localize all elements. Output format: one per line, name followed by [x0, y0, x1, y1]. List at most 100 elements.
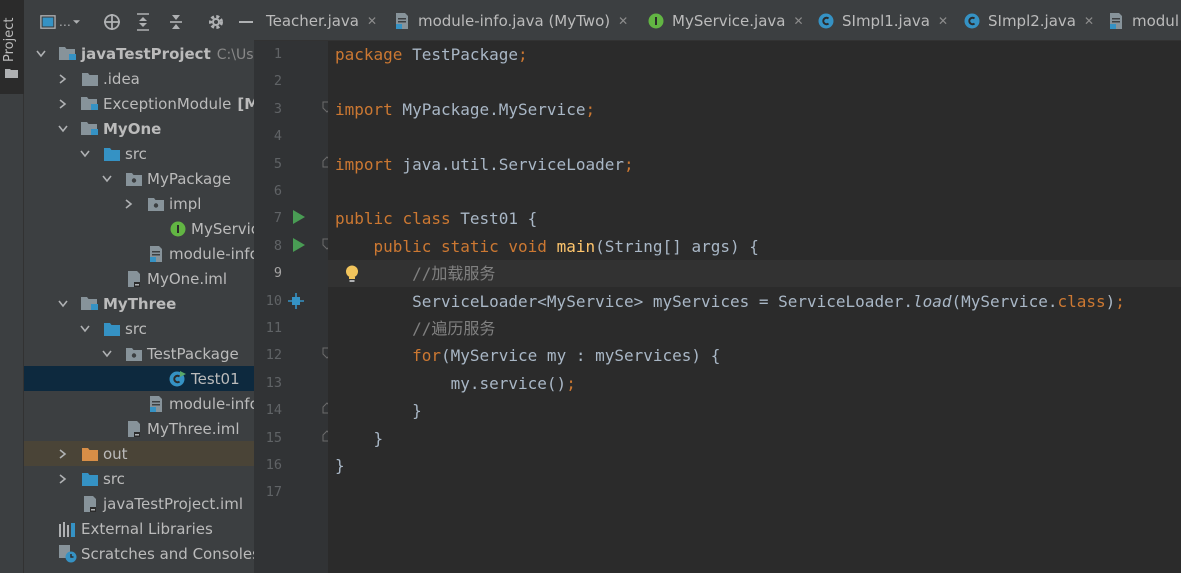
chevron-down-icon[interactable]: [80, 324, 90, 334]
interface-icon: [169, 220, 187, 238]
line-number: 12: [265, 347, 282, 364]
editor-tab-myservice-java[interactable]: MyService.java ✕: [648, 0, 804, 40]
editor-tab-modul[interactable]: modul: [1108, 0, 1179, 40]
code-editor[interactable]: package TestPackage; import MyPackage.MyS…: [328, 41, 1181, 573]
locate-file-button[interactable]: [102, 12, 122, 32]
tree-item-src[interactable]: src: [24, 316, 254, 341]
chevron-right-icon[interactable]: [58, 448, 68, 459]
tree-item-mypackage[interactable]: MyPackage: [24, 166, 254, 191]
code-line[interactable]: import MyPackage.MyService;: [335, 96, 595, 123]
editor-tab-module-info-java-mytwo-[interactable]: module-info.java (MyTwo) ✕: [394, 0, 628, 40]
code-line[interactable]: }: [335, 397, 422, 424]
iml-file-icon: [125, 420, 143, 438]
line-number: 10: [265, 292, 282, 309]
code-line[interactable]: my.service();: [335, 370, 576, 397]
chevron-right-icon[interactable]: [58, 73, 68, 84]
view-selector-dropdown[interactable]: …: [40, 12, 80, 32]
chevron-down-icon[interactable]: [102, 349, 112, 359]
editor-tab-teacher-java[interactable]: Teacher.java ✕: [266, 0, 377, 40]
tree-item-myone[interactable]: MyOne: [24, 116, 254, 141]
expand-all-button[interactable]: [133, 12, 153, 32]
tree-item-myservice[interactable]: MyService: [24, 216, 254, 241]
tree-item-label: Scratches and Consoles: [81, 544, 254, 563]
chevron-right-icon[interactable]: [58, 98, 68, 109]
tree-item-testpackage[interactable]: TestPackage: [24, 341, 254, 366]
tree-item-label: out: [103, 444, 128, 463]
tree-item-label: External Libraries: [81, 519, 213, 538]
class-run-icon: [169, 370, 187, 388]
code-line[interactable]: public static void main(String[] args) {: [335, 233, 759, 260]
close-tab-icon[interactable]: ✕: [618, 14, 628, 28]
tree-item-module-info-java[interactable]: module-info.java: [24, 391, 254, 416]
line-number: 7: [273, 210, 282, 227]
tab-label: Teacher.java: [266, 11, 360, 30]
tree-item-label: MyPackage: [147, 169, 231, 188]
tree-item-myone-iml[interactable]: MyOne.iml: [24, 266, 254, 291]
line-number: 5: [273, 155, 282, 172]
close-tab-icon[interactable]: ✕: [938, 14, 948, 28]
close-tab-icon[interactable]: ✕: [793, 14, 803, 28]
tab-label: SImpl1.java: [842, 11, 930, 30]
editor-tab-simpl1-java[interactable]: SImpl1.java ✕: [818, 0, 948, 40]
java-file-icon: [147, 245, 165, 263]
tool-window-strip: Project: [0, 0, 24, 573]
more-icon: …: [58, 15, 71, 29]
chevron-right-icon[interactable]: [58, 473, 68, 484]
chevron-down-icon[interactable]: [80, 149, 90, 159]
chevron-down-icon[interactable]: [58, 124, 68, 134]
tree-item--idea[interactable]: .idea: [24, 66, 254, 91]
code-line[interactable]: //遍历服务: [335, 315, 495, 342]
chevron-down-icon[interactable]: [58, 299, 68, 309]
code-line[interactable]: for(MyService my : myServices) {: [335, 342, 720, 369]
line-number: 2: [273, 73, 282, 90]
tree-item-impl[interactable]: impl: [24, 191, 254, 216]
tree-item-mythree-iml[interactable]: MyThree.iml: [24, 416, 254, 441]
tree-item-label: MyThree.iml: [147, 419, 240, 438]
code-line[interactable]: }: [335, 452, 345, 479]
close-tab-icon[interactable]: ✕: [1084, 14, 1094, 28]
project-view-icon: [40, 15, 56, 29]
hide-panel-button[interactable]: [238, 12, 254, 32]
lightbulb-icon[interactable]: [345, 265, 359, 287]
code-line[interactable]: ServiceLoader<MyService> myServices = Se…: [335, 288, 1125, 315]
tree-item-label: MyThree: [103, 294, 177, 313]
chevron-down-icon[interactable]: [102, 174, 112, 184]
tree-item-scratches-and-consoles[interactable]: Scratches and Consoles: [24, 541, 254, 566]
editor-tab-bar: Teacher.java ✕ module-info.java (MyTwo) ✕ My…: [254, 0, 1181, 41]
tree-item-out[interactable]: out: [24, 441, 254, 466]
run-main-icon[interactable]: [293, 237, 305, 256]
chevron-right-icon[interactable]: [124, 198, 134, 209]
tree-item-label: src: [125, 144, 147, 163]
implementation-marker-icon[interactable]: [288, 292, 304, 313]
code-line[interactable]: }: [335, 425, 384, 452]
code-line[interactable]: package TestPackage;: [335, 41, 528, 68]
tree-item-module-info-java[interactable]: module-info.java: [24, 241, 254, 266]
tree-item-javatestproject[interactable]: javaTestProjectC:\Users\: [24, 41, 254, 66]
tree-item-label: MyService: [191, 219, 254, 238]
collapse-all-button[interactable]: [166, 12, 186, 32]
tree-item-test01[interactable]: Test01: [24, 366, 254, 391]
close-tab-icon[interactable]: ✕: [367, 14, 377, 28]
module-hint: [MyT: [237, 94, 254, 113]
chevron-down-icon[interactable]: [36, 49, 46, 59]
tree-item-label: javaTestProject.iml: [103, 494, 244, 513]
tree-item-mythree[interactable]: MyThree: [24, 291, 254, 316]
java-file-icon: [1108, 12, 1124, 29]
tree-item-javatestproject-iml[interactable]: javaTestProject.iml: [24, 491, 254, 516]
tree-item-label: MyOne.iml: [147, 269, 228, 288]
tree-item-label: module-info.java: [169, 394, 254, 413]
line-number: 4: [273, 128, 282, 145]
project-tool-tab[interactable]: Project: [0, 0, 24, 94]
tree-item-src[interactable]: src: [24, 466, 254, 491]
line-number: 15: [265, 429, 282, 446]
code-line[interactable]: import java.util.ServiceLoader;: [335, 151, 634, 178]
code-line[interactable]: public class Test01 {: [335, 205, 537, 232]
tab-label: modul: [1132, 11, 1179, 30]
run-class-icon[interactable]: [293, 210, 305, 228]
tree-item-exceptionmodule[interactable]: ExceptionModule[MyT: [24, 91, 254, 116]
code-line[interactable]: //加载服务: [335, 260, 495, 287]
tree-item-external-libraries[interactable]: External Libraries: [24, 516, 254, 541]
editor-tab-simpl2-java[interactable]: SImpl2.java ✕: [964, 0, 1094, 40]
tree-item-src[interactable]: src: [24, 141, 254, 166]
settings-button[interactable]: [206, 12, 226, 32]
